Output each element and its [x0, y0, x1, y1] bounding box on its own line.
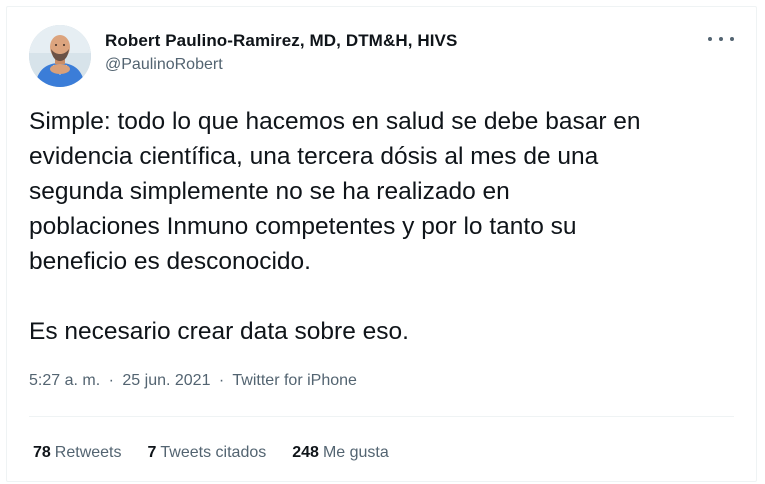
tweet-time[interactable]: 5:27 a. m. [29, 372, 100, 389]
tweet-card: Robert Paulino-Ramirez, MD, DTM&H, HIVS … [6, 6, 757, 482]
meta-separator: · [218, 372, 225, 389]
retweets-label: Retweets [54, 444, 122, 461]
avatar-image [29, 25, 91, 87]
author-name[interactable]: Robert Paulino-Ramirez, MD, DTM&H, HIVS [105, 31, 457, 51]
likes-stat[interactable]: 248 Me gusta [292, 444, 389, 462]
quote-tweets-stat[interactable]: 7 Tweets citados [148, 444, 267, 462]
quote-tweets-label: Tweets citados [160, 444, 267, 461]
meta-separator: · [108, 372, 114, 389]
likes-label: Me gusta [322, 444, 389, 461]
more-options-icon[interactable] [708, 29, 734, 49]
divider [29, 416, 734, 417]
avatar[interactable] [29, 25, 91, 87]
tweet-text: Simple: todo lo que hacemos en salud se … [29, 108, 641, 345]
tweet-source[interactable]: Twitter for iPhone [232, 372, 357, 389]
dot-icon [708, 37, 712, 41]
tweet-meta: 5:27 a. m. · 25 jun. 2021 · Twitter for … [29, 372, 357, 390]
tweet-stats: 78 Retweets 7 Tweets citados 248 Me gusta [33, 444, 389, 462]
quote-tweets-count: 7 [147, 444, 157, 461]
likes-count: 248 [292, 444, 319, 461]
tweet-date[interactable]: 25 jun. 2021 [122, 372, 210, 389]
retweets-stat[interactable]: 78 Retweets [33, 444, 122, 462]
dot-icon [730, 37, 734, 41]
author-handle[interactable]: @PaulinoRobert [105, 56, 223, 74]
retweets-count: 78 [33, 444, 51, 461]
dot-icon [719, 37, 723, 41]
